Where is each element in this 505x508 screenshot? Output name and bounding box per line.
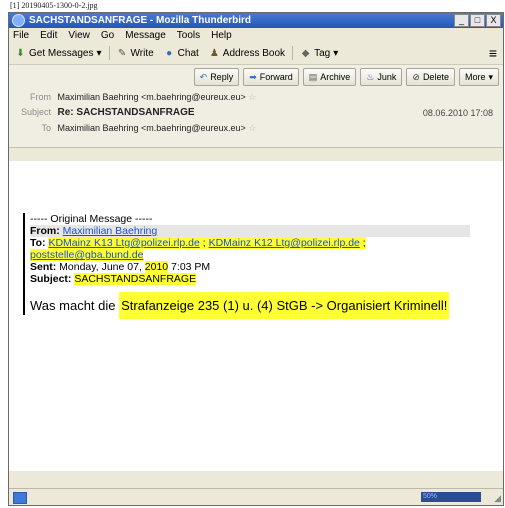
quoted-sent-label: Sent: bbox=[30, 261, 57, 273]
menu-edit[interactable]: Edit bbox=[40, 30, 57, 41]
tag-label: Tag bbox=[314, 47, 331, 59]
quoted-from-link[interactable]: Maximilian Baehring bbox=[63, 225, 158, 237]
chevron-down-icon: ▾ bbox=[488, 71, 493, 82]
thunderbird-window: SACHSTANDSANFRAGE - Mozilla Thunderbird … bbox=[8, 12, 504, 506]
minimize-button[interactable]: _ bbox=[454, 14, 469, 27]
write-label: Write bbox=[130, 47, 154, 59]
to-separator: ; bbox=[359, 237, 366, 249]
to-link-k13[interactable]: KDMainz K13 Ltg@polizei.rlp.de bbox=[48, 237, 200, 249]
to-label: To bbox=[41, 123, 51, 133]
message-header: ↶ Reply ➡ Forward ▤ Archive ♨ Junk ⊘ Del… bbox=[9, 65, 503, 148]
forward-label: Forward bbox=[259, 72, 293, 82]
quoted-sent-row: Sent: Monday, June 07, 2010 7:03 PM bbox=[30, 261, 470, 273]
subject-label: Subject bbox=[20, 107, 51, 117]
main-toolbar: ⬇ Get Messages ▾ ✎ Write ● Chat ♟ Addres… bbox=[9, 42, 503, 65]
to-link-poststelle[interactable]: poststelle@gba.bund.de bbox=[30, 249, 144, 261]
reply-button[interactable]: ↶ Reply bbox=[193, 68, 240, 86]
tag-button[interactable]: ◆ Tag ▾ bbox=[297, 46, 341, 61]
app-menu-icon[interactable]: ≡ bbox=[489, 45, 497, 61]
original-message-line: ----- Original Message ----- bbox=[30, 213, 153, 225]
chat-button[interactable]: ● Chat bbox=[161, 46, 202, 61]
menu-bar: File Edit View Go Message Tools Help bbox=[9, 28, 503, 42]
forward-arrow-icon: ➡ bbox=[249, 71, 257, 82]
image-caption: [1] 20190405-1300-0-2.jpg bbox=[10, 1, 98, 10]
person-icon: ♟ bbox=[209, 47, 219, 59]
junk-label: Junk bbox=[377, 72, 397, 82]
quoted-message: ----- Original Message ----- From: Maxim… bbox=[23, 213, 470, 319]
menu-view[interactable]: View bbox=[68, 30, 90, 41]
reply-label: Reply bbox=[210, 72, 234, 82]
menu-tools[interactable]: Tools bbox=[177, 30, 200, 41]
star-icon[interactable]: ☆ bbox=[248, 92, 256, 102]
subject-row: Subject Re: SACHSTANDSANFRAGE bbox=[15, 107, 195, 118]
maximize-button[interactable]: □ bbox=[470, 14, 485, 27]
quoted-subject-row: Subject: SACHSTANDSANFRAGE bbox=[30, 273, 470, 285]
archive-label: Archive bbox=[320, 72, 351, 82]
address-book-label: Address Book bbox=[222, 47, 286, 59]
junk-flame-icon: ♨ bbox=[366, 71, 375, 82]
forward-button[interactable]: ➡ Forward bbox=[243, 68, 299, 86]
status-bar: 50% ◢ bbox=[9, 488, 503, 505]
archive-box-icon: ▤ bbox=[308, 71, 318, 82]
quoted-to-row: To: KDMainz K13 Ltg@polizei.rlp.de ; KDM… bbox=[30, 237, 470, 249]
message-text-prefix: Was macht die bbox=[30, 298, 120, 313]
message-actions: ↶ Reply ➡ Forward ▤ Archive ♨ Junk ⊘ Del… bbox=[193, 68, 499, 86]
quoted-from-label: From: bbox=[30, 225, 60, 237]
resize-grip-icon[interactable]: ◢ bbox=[494, 493, 501, 504]
quoted-sent-value: Monday, June 07, bbox=[56, 261, 145, 273]
toolbar-separator bbox=[292, 46, 294, 60]
quoted-subject-value: SACHSTANDSANFRAGE bbox=[74, 273, 197, 285]
from-label: From bbox=[30, 92, 51, 102]
chevron-down-icon: ▾ bbox=[333, 47, 339, 59]
delete-button[interactable]: ⊘ Delete bbox=[406, 68, 455, 86]
subject-value: Re: SACHSTANDSANFRAGE bbox=[57, 107, 195, 118]
quoted-to-row-2: poststelle@gba.bund.de bbox=[30, 249, 470, 261]
window-controls: _ □ X bbox=[454, 14, 501, 27]
message-date: 08.06.2010 17:08 bbox=[422, 108, 493, 118]
chat-label: Chat bbox=[177, 47, 199, 59]
title-bar[interactable]: SACHSTANDSANFRAGE - Mozilla Thunderbird … bbox=[9, 13, 503, 28]
quoted-sent-year: 2010 bbox=[144, 261, 169, 273]
progress-meter: 50% bbox=[421, 492, 481, 502]
tag-icon: ◆ bbox=[301, 47, 310, 59]
quoted-from-row: From: Maximilian Baehring bbox=[30, 225, 470, 237]
download-icon: ⬇ bbox=[16, 47, 25, 59]
star-icon[interactable]: ☆ bbox=[248, 123, 256, 133]
menu-go[interactable]: Go bbox=[101, 30, 114, 41]
quoted-subject-label: Subject: bbox=[30, 273, 72, 285]
toolbar-separator bbox=[108, 46, 110, 60]
more-button[interactable]: More ▾ bbox=[458, 68, 499, 86]
thunderbird-icon bbox=[12, 14, 25, 27]
delete-circle-icon: ⊘ bbox=[412, 71, 420, 82]
junk-button[interactable]: ♨ Junk bbox=[360, 68, 403, 86]
message-body: ----- Original Message ----- From: Maxim… bbox=[9, 161, 503, 471]
menu-message[interactable]: Message bbox=[125, 30, 166, 41]
message-text: Was macht die Strafanzeige 235 (1) u. (4… bbox=[30, 292, 470, 319]
quoted-to-label: To: bbox=[30, 237, 46, 249]
from-row: From Maximilian Baehring <m.baehring@eur… bbox=[15, 92, 256, 103]
window-title: SACHSTANDSANFRAGE - Mozilla Thunderbird bbox=[29, 15, 252, 26]
to-link-k12[interactable]: KDMainz K12 Ltg@polizei.rlp.de bbox=[208, 237, 360, 249]
pencil-icon: ✎ bbox=[117, 47, 127, 59]
chat-bubble-icon: ● bbox=[166, 47, 173, 59]
to-row: To Maximilian Baehring <m.baehring@eureu… bbox=[15, 123, 256, 134]
close-button[interactable]: X bbox=[486, 14, 501, 27]
chevron-down-icon[interactable]: ▾ bbox=[96, 48, 101, 59]
delete-label: Delete bbox=[422, 72, 449, 82]
reply-arrow-icon: ↶ bbox=[199, 71, 208, 82]
quoted-sent-time: 7:03 PM bbox=[168, 261, 211, 273]
write-button[interactable]: ✎ Write bbox=[114, 46, 157, 61]
get-messages-button[interactable]: ⬇ Get Messages ▾ bbox=[12, 46, 105, 61]
online-status-icon[interactable] bbox=[13, 492, 27, 504]
address-book-button[interactable]: ♟ Address Book bbox=[206, 46, 288, 61]
archive-button[interactable]: ▤ Archive bbox=[302, 68, 357, 86]
menu-file[interactable]: File bbox=[13, 30, 29, 41]
to-value[interactable]: Maximilian Baehring <m.baehring@eureux.e… bbox=[58, 123, 246, 133]
message-text-highlight: Strafanzeige 235 (1) u. (4) StGB -> Orga… bbox=[119, 292, 450, 319]
more-label: More bbox=[464, 72, 486, 82]
get-messages-label: Get Messages bbox=[29, 47, 94, 59]
menu-help[interactable]: Help bbox=[211, 30, 232, 41]
from-value[interactable]: Maximilian Baehring <m.baehring@eureux.e… bbox=[58, 92, 246, 102]
to-separator: ; bbox=[199, 237, 209, 249]
